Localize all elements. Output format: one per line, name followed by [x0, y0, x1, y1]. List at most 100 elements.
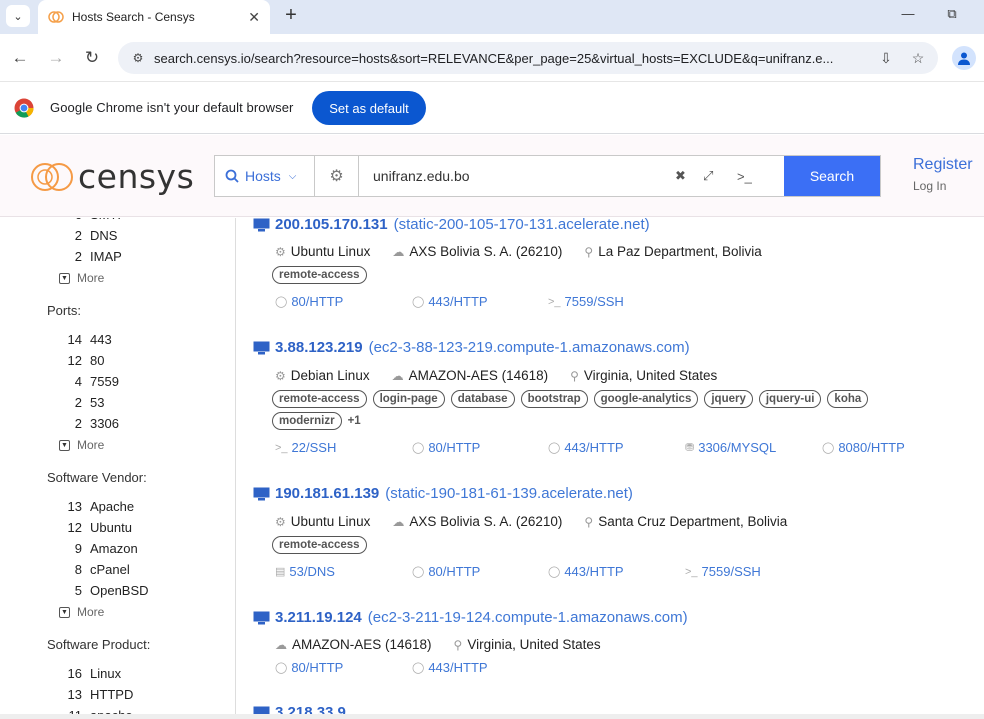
tag-badge[interactable]: jquery — [704, 390, 753, 408]
facet-item[interactable]: 13 Apache — [0, 499, 235, 520]
tag-badge[interactable]: jquery-ui — [758, 390, 822, 408]
more-toggle[interactable]: ▼ More — [59, 438, 104, 452]
service-link[interactable]: ◯ 443/HTTP — [412, 294, 488, 309]
facet-item[interactable]: 2 IMAP — [0, 249, 235, 270]
facet-label: DNS — [90, 228, 118, 243]
address-bar[interactable]: ⚙ search.censys.io/search?resource=hosts… — [118, 42, 938, 74]
new-tab-icon[interactable]: + — [280, 4, 302, 26]
profile-avatar-icon[interactable] — [952, 46, 976, 70]
service-link[interactable]: ◯ 443/HTTP — [548, 564, 624, 579]
back-icon[interactable]: ← — [9, 48, 31, 68]
tag-badge[interactable]: modernizr — [272, 412, 342, 430]
tag-badge[interactable]: google-analytics — [593, 390, 699, 408]
host-dns-link[interactable]: (static-200-105-170-131.acelerate.net) — [394, 218, 650, 233]
host-ip-link[interactable]: 3.88.123.219 — [275, 339, 363, 356]
facet-item[interactable]: 12 80 — [0, 353, 235, 374]
tag-badge[interactable]: remote-access — [272, 266, 367, 284]
tag-badge[interactable]: login-page — [372, 390, 445, 408]
service-link[interactable]: ▤ 53/DNS — [275, 564, 335, 579]
asn-item: ☁ AXS Bolivia S. A. (26210) — [392, 244, 562, 259]
terminal-icon: >_ — [685, 565, 698, 578]
host-ip-link[interactable]: 190.181.61.139 — [275, 485, 379, 502]
tab-hosts-search[interactable]: Hosts Search - Censys ✕ — [38, 0, 270, 34]
bookmark-star-icon[interactable]: ☆ — [906, 50, 930, 67]
search-settings-gear-icon[interactable]: ⚙ — [315, 156, 359, 196]
facet-item[interactable]: 5 OpenBSD — [0, 583, 235, 604]
service-link[interactable]: ◯ 80/HTTP — [412, 564, 480, 579]
host-ip-link[interactable]: 3.211.19.124 — [275, 609, 362, 626]
tag-list: remote-access login-page database bootst… — [272, 390, 932, 434]
censys-logo[interactable]: censys — [30, 157, 194, 196]
host-title[interactable]: 3.88.123.219 (ec2-3-88-123-219.compute-1… — [253, 339, 690, 356]
host-dns-link[interactable]: (ec2-3-88-123-219.compute-1.amazonaws.co… — [369, 339, 690, 356]
facet-item[interactable]: 2 DNS — [0, 228, 235, 249]
facet-item[interactable]: 2 53 — [0, 395, 235, 416]
facet-item[interactable]: 6 SMTP — [0, 218, 235, 228]
facet-count: 2 — [74, 416, 82, 431]
globe-icon: ◯ — [412, 566, 425, 578]
clear-query-icon[interactable]: ✖ — [675, 168, 686, 184]
facet-item[interactable]: 4 7559 — [0, 374, 235, 395]
more-tags-count[interactable]: +1 — [348, 412, 361, 434]
facet-label: 443 — [90, 332, 112, 347]
reload-icon[interactable]: ↻ — [81, 48, 103, 68]
facet-count: 12 — [67, 353, 82, 368]
forward-icon[interactable]: → — [45, 48, 67, 68]
set-as-default-button[interactable]: Set as default — [312, 91, 426, 125]
site-info-icon[interactable]: ⚙ — [128, 48, 148, 68]
facet-item[interactable]: 12 Ubuntu — [0, 520, 235, 541]
install-app-icon[interactable]: ⇩ — [874, 50, 898, 67]
service-link[interactable]: >_ 22/SSH — [275, 440, 336, 455]
facet-item[interactable]: 2 3306 — [0, 416, 235, 437]
search-button[interactable]: Search — [784, 156, 880, 196]
service-link[interactable]: ◯ 443/HTTP — [548, 440, 624, 455]
default-browser-infobar: Google Chrome isn't your default browser… — [0, 82, 984, 134]
register-link[interactable]: Register — [913, 156, 973, 174]
terminal-icon[interactable]: >_ — [737, 169, 752, 184]
facet-item[interactable]: 13 HTTPD — [0, 687, 235, 708]
tag-badge[interactable]: bootstrap — [520, 390, 588, 408]
search-query-text[interactable]: unifranz.edu.bo — [373, 168, 470, 184]
service-link[interactable]: ◯ 443/HTTP — [412, 660, 488, 675]
host-dns-link[interactable]: (static-190-181-61-139.acelerate.net) — [385, 485, 633, 502]
more-label: More — [77, 605, 105, 619]
host-meta: ⚙ Ubuntu Linux ☁ AXS Bolivia S. A. (26210)… — [275, 244, 784, 259]
service-link[interactable]: >_ 7559/SSH — [685, 564, 761, 579]
asn-item: ☁ AMAZON-AES (14618) — [392, 368, 549, 383]
service-link[interactable]: ◯ 80/HTTP — [275, 294, 343, 309]
facet-sidebar: 6 SMTP 2 DNS 2 IMAP ▼ More Ports: 14443 … — [0, 218, 236, 719]
database-icon: ⛃ — [685, 442, 695, 454]
service-link[interactable]: ◯ 80/HTTP — [275, 660, 343, 675]
facet-item[interactable]: 16 Linux — [0, 666, 235, 687]
minimize-icon[interactable]: — — [898, 6, 918, 21]
host-ip-link[interactable]: 200.105.170.131 — [275, 218, 388, 233]
service-link[interactable]: >_ 7559/SSH — [548, 294, 624, 309]
expand-icon[interactable]: ⤢ — [703, 168, 713, 184]
host-title[interactable]: 3.211.19.124 (ec2-3-211-19-124.compute-1… — [253, 609, 688, 626]
more-toggle[interactable]: ▼ More — [59, 605, 104, 619]
restore-icon[interactable]: ⧉ — [942, 6, 962, 22]
more-toggle[interactable]: ▼ More — [59, 271, 104, 285]
facet-item[interactable]: 14 443 — [0, 332, 235, 353]
login-link[interactable]: Log In — [913, 179, 946, 193]
url-text[interactable]: search.censys.io/search?resource=hosts&s… — [154, 51, 866, 66]
facet-item[interactable]: 9 Amazon — [0, 541, 235, 562]
host-dns-link[interactable]: (ec2-3-211-19-124.compute-1.amazonaws.co… — [368, 609, 688, 626]
tag-badge[interactable]: remote-access — [272, 390, 367, 408]
service-link[interactable]: ◯ 8080/HTTP — [822, 440, 905, 455]
tab-search-button[interactable]: ⌄ — [6, 5, 30, 27]
facet-item[interactable]: 8 cPanel — [0, 562, 235, 583]
horizontal-scrollbar[interactable] — [0, 714, 984, 719]
service-link[interactable]: ◯ 80/HTTP — [412, 440, 480, 455]
tag-badge[interactable]: remote-access — [272, 536, 367, 554]
tab-close-icon[interactable]: ✕ — [248, 9, 260, 26]
host-title[interactable]: 190.181.61.139 (static-190-181-61-139.ac… — [253, 485, 633, 502]
tag-badge[interactable]: koha — [827, 390, 869, 408]
tag-badge[interactable]: database — [450, 390, 515, 408]
resource-select[interactable]: Hosts ⌵ — [215, 156, 315, 196]
service-label: 8080/HTTP — [838, 440, 905, 455]
host-title[interactable]: 200.105.170.131 (static-200-105-170-131.… — [253, 218, 650, 233]
search-input[interactable]: unifranz.edu.bo ✖ ⤢ >_ — [359, 156, 784, 196]
service-label: 443/HTTP — [564, 440, 624, 455]
service-link[interactable]: ⛃ 3306/MYSQL — [685, 440, 776, 455]
